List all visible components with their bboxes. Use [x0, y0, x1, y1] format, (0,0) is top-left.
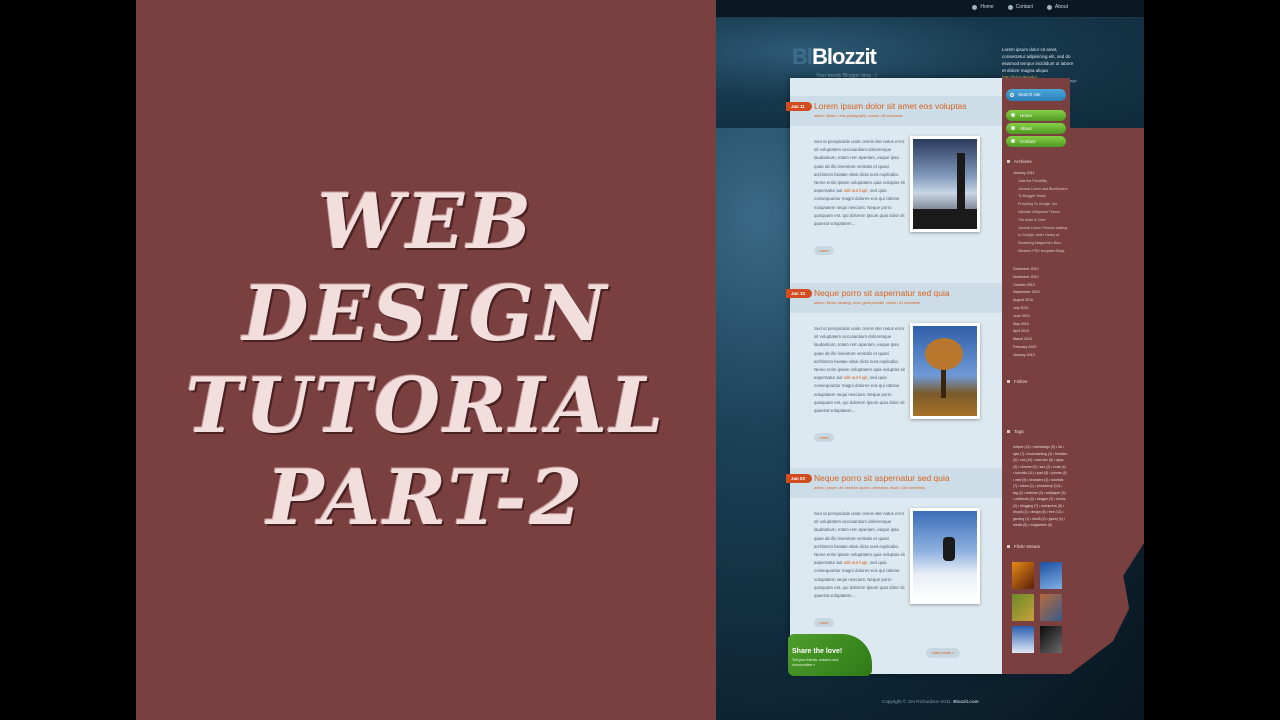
top-navigation: Home Contact About: [972, 4, 1068, 10]
tutorial-title-panel: WEB DESIGN TUTORIAL PART-2: [136, 0, 716, 720]
post-excerpt: Sed ut perspiciatis unde omnis iste natu…: [814, 511, 905, 599]
post-title[interactable]: Lorem ipsum dolor sit amet eos voluptas: [814, 101, 967, 111]
site-topbar: Home Contact About: [716, 0, 1144, 18]
read-more-button[interactable]: more: [814, 618, 834, 627]
post-excerpt: Sed ut perspiciatis unde omnis iste natu…: [814, 139, 905, 227]
archive-post[interactable]: Journal Lorem and Blueflowers To Blogger…: [1013, 186, 1069, 202]
sidebar-nav-contact[interactable]: Contact: [1006, 136, 1066, 147]
archive-month[interactable]: January 2011: [1013, 170, 1069, 178]
archive-month[interactable]: June 2010: [1013, 313, 1069, 321]
site-footer: Copyright © Jon Richardson 2011. Blozzit…: [882, 699, 979, 704]
follow-heading: Follow: [1007, 379, 1027, 384]
footer-brand-link[interactable]: Blozzit.com: [953, 699, 979, 704]
flickr-thumbnail[interactable]: [1040, 562, 1062, 589]
archive-month[interactable]: February 2010: [1013, 344, 1069, 352]
archives-months: December 2010 November 2010 October 2010…: [1013, 266, 1069, 360]
archives-heading: Archives: [1007, 159, 1032, 164]
search-input[interactable]: Search site: [1006, 89, 1066, 101]
excerpt-link[interactable]: odit aut fugit: [844, 560, 868, 565]
archive-month[interactable]: October 2010: [1013, 282, 1069, 290]
post-header: Jan 03 Neque porro sit aspernatur sed qu…: [786, 468, 1002, 498]
post-thumbnail[interactable]: [910, 508, 980, 604]
flickr-thumbnail[interactable]: [1012, 562, 1034, 589]
archive-post[interactable]: The team is Over: [1013, 217, 1069, 225]
snowboarder-photo: [913, 511, 977, 601]
archive-post[interactable]: Julia the Flexibility: [1013, 178, 1069, 186]
title-line-2: TUTORIAL: [185, 361, 667, 450]
clock-tower-photo: [913, 139, 977, 229]
archive-post[interactable]: Journal Lorem Themes waiting to Google, …: [1013, 225, 1069, 241]
rss-icon: [1007, 380, 1010, 383]
archives-list: January 2011 Julia the Flexibility Journ…: [1013, 170, 1069, 256]
topnav-about[interactable]: About: [1046, 4, 1068, 10]
archive-month[interactable]: April 2010: [1013, 328, 1069, 336]
flickr-thumbnail[interactable]: [1012, 626, 1034, 653]
older-posts-button[interactable]: older posts »: [926, 648, 960, 658]
contact-icon: [1007, 4, 1013, 10]
excerpt-link[interactable]: odit aut fugit: [844, 188, 868, 193]
title-line-1: WEB DESIGN: [242, 177, 610, 358]
archive-icon: [1007, 160, 1010, 163]
archive-month[interactable]: December 2010: [1013, 266, 1069, 274]
flickr-thumbnail[interactable]: [1040, 594, 1062, 621]
title-line-3: PART-2: [266, 453, 586, 542]
flickr-thumbnail[interactable]: [1040, 626, 1062, 653]
topnav-home[interactable]: Home: [972, 4, 994, 10]
home-icon: [1011, 113, 1015, 117]
archive-post[interactable]: Providing To Google, the Ultimate Wikipe…: [1013, 201, 1069, 217]
excerpt-link[interactable]: odit aut fugit: [844, 375, 868, 380]
archive-month[interactable]: August 2010: [1013, 297, 1069, 305]
content-column: Jan 11 Lorem ipsum dolor sit amet eos vo…: [786, 78, 1002, 676]
contact-icon: [1011, 139, 1015, 143]
user-icon: [1011, 126, 1015, 130]
post-title[interactable]: Neque porro sit aspernatur sed quia: [814, 473, 950, 483]
post-header: Jan 10 Neque porro sit aspernatur sed qu…: [786, 283, 1002, 313]
autumn-tree-photo: [913, 326, 977, 416]
post-thumbnail[interactable]: [910, 136, 980, 232]
archive-month[interactable]: November 2010: [1013, 274, 1069, 282]
search-icon: [1010, 93, 1014, 97]
post-title[interactable]: Neque porro sit aspernatur sed quia: [814, 288, 950, 298]
tag-icon: [1007, 430, 1010, 433]
tag-cloud[interactable]: eclipse (12) • webdesign (9) • 3d • ajax…: [1013, 444, 1067, 529]
share-title: Share the love!: [792, 648, 843, 655]
site-logo[interactable]: BlBlozzit: [792, 44, 877, 70]
post-date-badge: Jan 03: [786, 474, 812, 483]
tags-heading: Tags: [1007, 429, 1024, 434]
archive-month[interactable]: July 2010: [1013, 305, 1069, 313]
read-more-button[interactable]: more: [814, 433, 834, 442]
post-date-badge: Jan 10: [786, 289, 812, 298]
user-icon: [1046, 4, 1052, 10]
video-frame: WEB DESIGN TUTORIAL PART-2 Home Contact …: [0, 0, 1280, 720]
flickr-thumbnail[interactable]: [1012, 594, 1034, 621]
archive-month[interactable]: January 2010: [1013, 352, 1069, 360]
website-preview: Home Contact About BlBlozzit Your trendy…: [716, 0, 1144, 720]
post-excerpt: Sed ut perspiciatis unde omnis iste natu…: [814, 326, 905, 414]
share-banner[interactable]: Share the love! Tell your friends, reade…: [788, 634, 872, 676]
sidebar-nav-home[interactable]: Home: [1006, 110, 1066, 121]
archive-month[interactable]: May 2010: [1013, 321, 1069, 329]
archive-month[interactable]: September 2010: [1013, 289, 1069, 297]
flickr-heading: Flickr stream: [1007, 544, 1040, 549]
read-more-button[interactable]: more: [814, 246, 834, 255]
flickr-thumbnails: [1012, 562, 1064, 653]
header-blurb: Lorem ipsum dolor sit amet, consectetur …: [1002, 46, 1074, 81]
post-thumbnail[interactable]: [910, 323, 980, 419]
archive-month[interactable]: March 2010: [1013, 336, 1069, 344]
sidebar: Search site Home About Contact Archives …: [1002, 78, 1070, 674]
post-meta: admin • Ipsum • art, medium spuren, orie…: [814, 486, 925, 490]
share-subtitle: Tell your friends, readers and communiti…: [792, 658, 839, 667]
flickr-icon: [1007, 545, 1010, 548]
post-header: Jan 11 Lorem ipsum dolor sit amet eos vo…: [786, 96, 1002, 126]
topnav-contact[interactable]: Contact: [1007, 4, 1033, 10]
archive-post[interactable]: Smashing Magazine's Blue Western PSD tem…: [1013, 240, 1069, 256]
post-meta: admin • News • retro photography, nursey…: [814, 114, 903, 118]
post-meta: admin • News • strategy, fours, great po…: [814, 301, 921, 305]
home-icon: [972, 4, 978, 10]
sidebar-nav-about[interactable]: About: [1006, 123, 1066, 134]
post-date-badge: Jan 11: [786, 102, 812, 111]
